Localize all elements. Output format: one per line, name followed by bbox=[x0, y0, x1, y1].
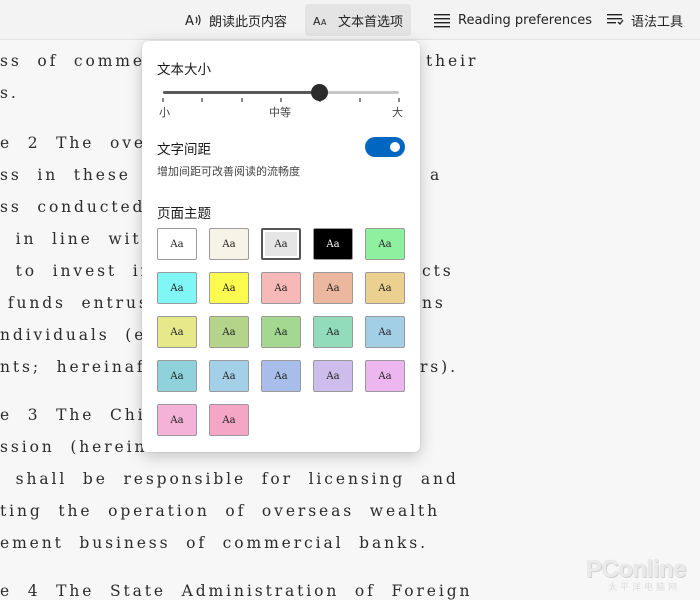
theme-swatch[interactable]: Aa bbox=[261, 360, 301, 392]
theme-swatch[interactable]: Aa bbox=[157, 316, 197, 348]
theme-swatch[interactable]: Aa bbox=[209, 316, 249, 348]
theme-swatch[interactable]: Aa bbox=[157, 404, 197, 436]
doc-line: nts; hereinaft bbox=[0, 358, 155, 376]
theme-swatch[interactable]: Aa bbox=[313, 228, 353, 260]
slider-max-label: 大 bbox=[392, 106, 403, 119]
doc-line: ss in these bbox=[0, 166, 131, 184]
theme-swatch[interactable]: Aa bbox=[261, 272, 301, 304]
theme-swatch[interactable]: Aa bbox=[365, 360, 405, 392]
read-aloud-button[interactable]: A 朗读此页内容 bbox=[176, 4, 295, 36]
reading-preferences-label: Reading preferences bbox=[458, 12, 592, 28]
text-options-panel: 文本大小 小 中等 大 文字间距 增加间距可改善阅读的流畅度 页面主题 Aa Aa… bbox=[142, 41, 420, 452]
slider-min-label: 小 bbox=[159, 106, 170, 119]
doc-line: in line with bbox=[0, 230, 155, 248]
theme-swatch[interactable]: Aa bbox=[209, 404, 249, 436]
slider-tick bbox=[358, 98, 361, 102]
spacing-toggle[interactable] bbox=[365, 137, 405, 157]
theme-heading: 页面主题 bbox=[157, 206, 211, 222]
svg-text:A: A bbox=[321, 18, 327, 27]
svg-text:A: A bbox=[185, 14, 194, 29]
reading-preferences-button[interactable]: Reading preferences bbox=[425, 4, 600, 36]
svg-text:A: A bbox=[313, 15, 321, 28]
doc-line: ssion (herein bbox=[0, 438, 148, 456]
doc-fragment: their bbox=[426, 52, 479, 70]
grammar-icon bbox=[606, 11, 624, 29]
theme-swatch[interactable]: Aa bbox=[261, 316, 301, 348]
slider-tick bbox=[162, 98, 164, 102]
spacing-description: 增加间距可改善阅读的流畅度 bbox=[157, 165, 300, 178]
theme-swatch[interactable]: Aa bbox=[209, 272, 249, 304]
text-options-label: 文本首选项 bbox=[338, 14, 404, 30]
doc-line: s. bbox=[0, 84, 19, 102]
theme-swatch[interactable]: Aa bbox=[313, 316, 353, 348]
doc-line: shall be responsible for licensing and bbox=[0, 470, 459, 488]
reader-toolbar: A 朗读此页内容 A A 文本首选项 Reading preferences 语… bbox=[0, 0, 700, 40]
slider-mid-label: 中等 bbox=[269, 106, 291, 119]
theme-swatch[interactable]: Aa bbox=[365, 316, 405, 348]
slider-tick bbox=[398, 98, 400, 102]
grammar-tools-label: 语法工具 bbox=[631, 14, 684, 30]
theme-swatch[interactable]: Aa bbox=[157, 228, 197, 260]
theme-swatch[interactable]: Aa bbox=[209, 228, 249, 260]
theme-swatch[interactable]: Aa bbox=[313, 360, 353, 392]
text-options-button[interactable]: A A 文本首选项 bbox=[305, 4, 412, 36]
theme-swatch[interactable]: Aa bbox=[209, 360, 249, 392]
toggle-knob bbox=[390, 142, 400, 152]
text-size-heading: 文本大小 bbox=[157, 62, 211, 78]
doc-fragment: ns bbox=[422, 294, 446, 312]
theme-swatch[interactable]: Aa bbox=[157, 272, 197, 304]
slider-fill bbox=[163, 91, 319, 94]
doc-fragment: cts bbox=[422, 262, 454, 280]
doc-line: e 2 The over bbox=[0, 134, 157, 152]
theme-swatch[interactable]: Aa bbox=[313, 272, 353, 304]
reader-window: ss of commer s. e 2 The over ss in these… bbox=[0, 0, 700, 600]
slider-thumb[interactable] bbox=[310, 84, 328, 101]
doc-line: ement business of commercial banks. bbox=[0, 534, 428, 552]
text-size-icon: A A bbox=[313, 11, 331, 29]
theme-swatch[interactable]: Aa bbox=[261, 228, 301, 260]
slider-tick bbox=[240, 98, 243, 102]
doc-line: funds entrust bbox=[0, 294, 159, 312]
spacing-heading: 文字间距 bbox=[157, 142, 211, 158]
slider-tick bbox=[280, 98, 282, 102]
doc-line: e 4 The State Administration of Foreign bbox=[0, 582, 473, 600]
theme-swatch[interactable]: Aa bbox=[365, 228, 405, 260]
doc-line: to invest in bbox=[0, 262, 154, 280]
slider-tick bbox=[201, 98, 204, 102]
pconline-watermark: PConline 太平洋电脑网 bbox=[586, 556, 696, 593]
theme-swatch[interactable]: Aa bbox=[365, 272, 405, 304]
doc-fragment: a bbox=[430, 166, 443, 184]
doc-line: e 3 The Chin bbox=[0, 406, 159, 424]
doc-fragment: rs). bbox=[420, 358, 458, 376]
read-aloud-label: 朗读此页内容 bbox=[209, 14, 288, 30]
doc-line: ndividuals (ex bbox=[0, 326, 158, 344]
doc-line: ss of commer bbox=[0, 52, 156, 70]
doc-line: ss conducted bbox=[0, 198, 146, 216]
doc-line: ting the operation of overseas wealth bbox=[0, 502, 441, 520]
read-aloud-icon: A bbox=[184, 11, 202, 29]
lines-icon bbox=[433, 11, 451, 29]
grammar-tools-button[interactable]: 语法工具 bbox=[598, 4, 691, 36]
theme-swatch[interactable]: Aa bbox=[157, 360, 197, 392]
theme-grid: Aa Aa Aa Aa Aa Aa Aa Aa Aa Aa Aa Aa Aa Aa Aa Aa Aa Aa Aa Aa… bbox=[157, 228, 407, 448]
